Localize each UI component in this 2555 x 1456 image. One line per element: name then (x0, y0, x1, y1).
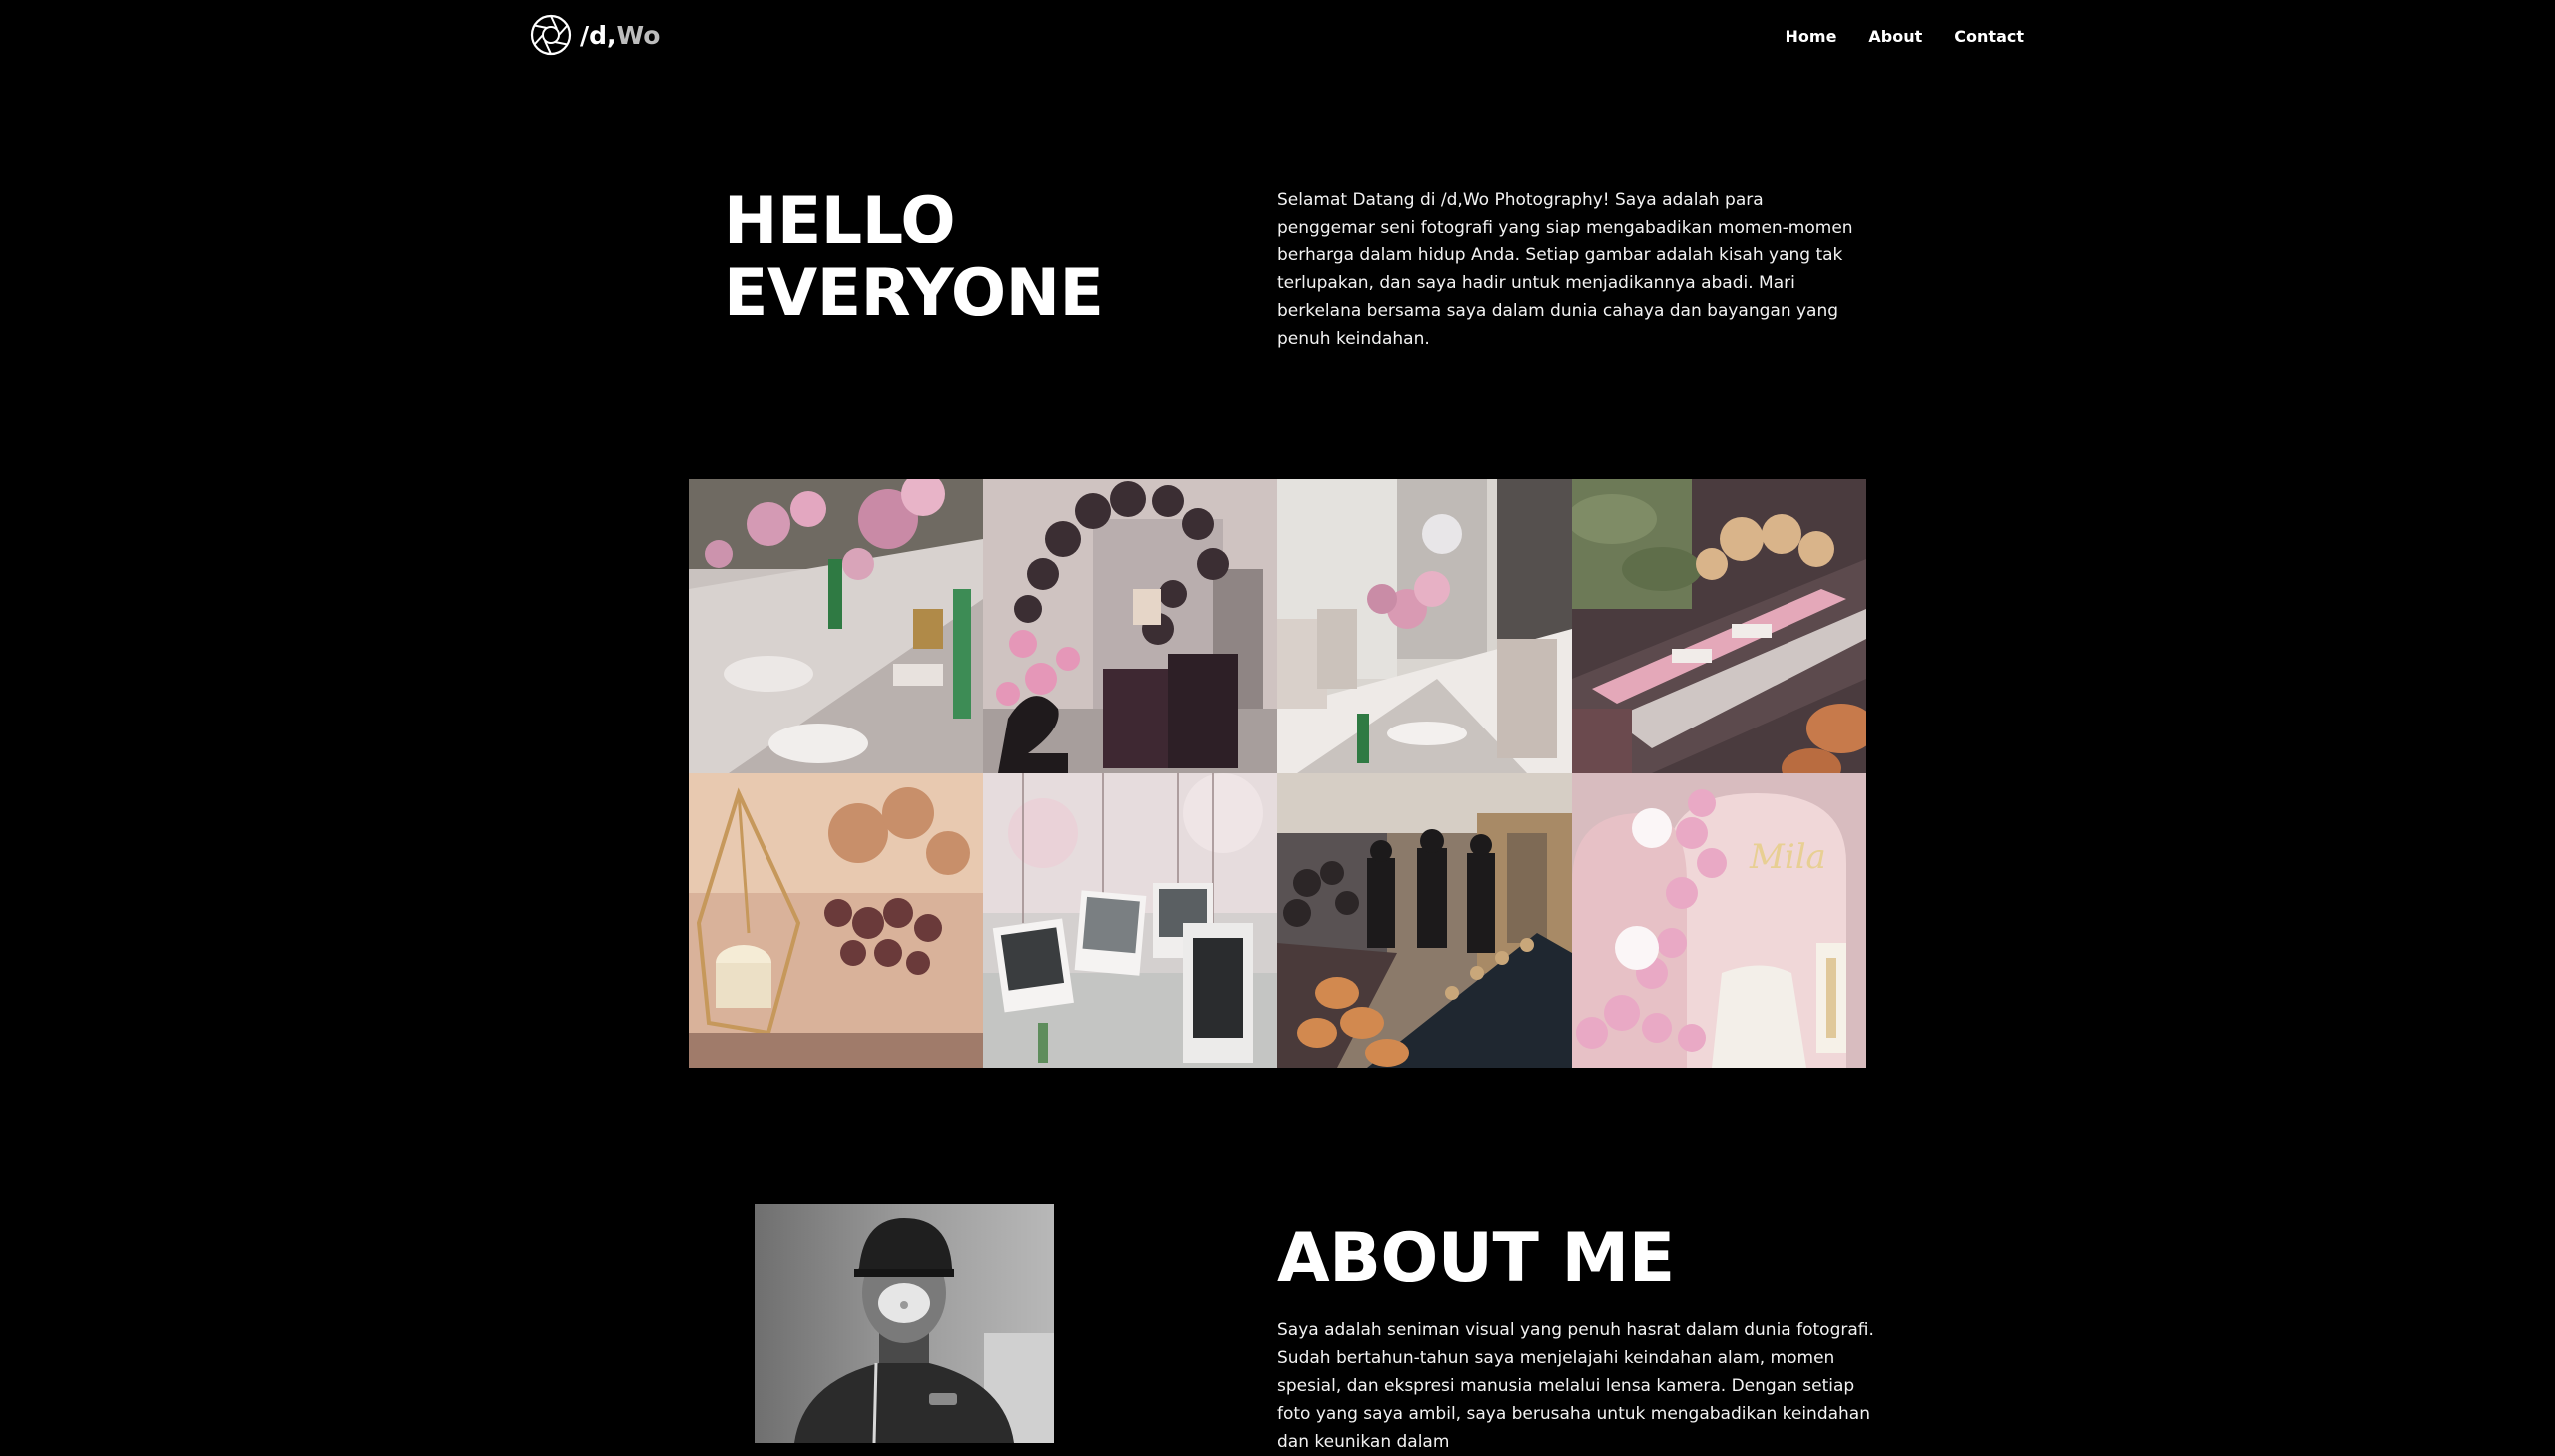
pink-balloon-backdrop-photo: Mila (1572, 773, 1866, 1068)
gallery-photo-table-setting[interactable] (689, 479, 983, 773)
brand-name-prefix: /d, (580, 20, 617, 50)
brand-name-suffix: Wo (616, 20, 661, 50)
hero-title: HELLO EVERYONE (724, 184, 1104, 331)
brand-logo-link[interactable]: /d,Wo (530, 14, 660, 56)
hero-title-line1: HELLO (724, 184, 956, 258)
gallery-photo-balloon-backdrop[interactable]: Mila (1572, 773, 1866, 1068)
nav-about-link[interactable]: About (1868, 27, 1922, 46)
photo-gallery: Mila (689, 479, 1866, 1068)
gallery-photo-long-table[interactable] (1572, 479, 1866, 773)
gallery-photo-terrarium[interactable] (689, 773, 983, 1068)
guests-banquet-hall-photo (1278, 773, 1572, 1068)
photographer-portrait-image (755, 1204, 1054, 1443)
balloon-arch-number-two-photo (983, 479, 1278, 773)
aperture-icon (530, 14, 572, 56)
svg-text:Mila: Mila (1749, 837, 1826, 877)
gallery-photo-dining-room[interactable] (1278, 479, 1572, 773)
about-portrait-photo (755, 1204, 1054, 1443)
hero-intro-text: Selamat Datang di /d,Wo Photography! Say… (1278, 190, 1853, 349)
hanging-polaroid-photos-photo (983, 773, 1278, 1068)
long-table-dried-flowers-photo (1572, 479, 1866, 773)
glass-terrarium-candle-photo (689, 773, 983, 1068)
gallery-photo-polaroids[interactable] (983, 773, 1278, 1068)
dining-room-table-photo (1278, 479, 1572, 773)
table-setting-flowers-photo (689, 479, 983, 773)
gallery-photo-balloon-arch[interactable] (983, 479, 1278, 773)
about-text: Saya adalah seniman visual yang penuh ha… (1278, 1320, 1874, 1452)
gallery-photo-banquet-guests[interactable] (1278, 773, 1572, 1068)
site-header: /d,Wo Home About Contact (0, 0, 2555, 80)
brand-name: /d,Wo (580, 21, 660, 50)
hero-title-line2: EVERYONE (724, 256, 1104, 331)
about-title: ABOUT ME (1278, 1219, 1675, 1298)
nav-home-link[interactable]: Home (1786, 27, 1837, 46)
nav-contact-link[interactable]: Contact (1954, 27, 2024, 46)
main-nav: Home About Contact (1786, 27, 2024, 46)
